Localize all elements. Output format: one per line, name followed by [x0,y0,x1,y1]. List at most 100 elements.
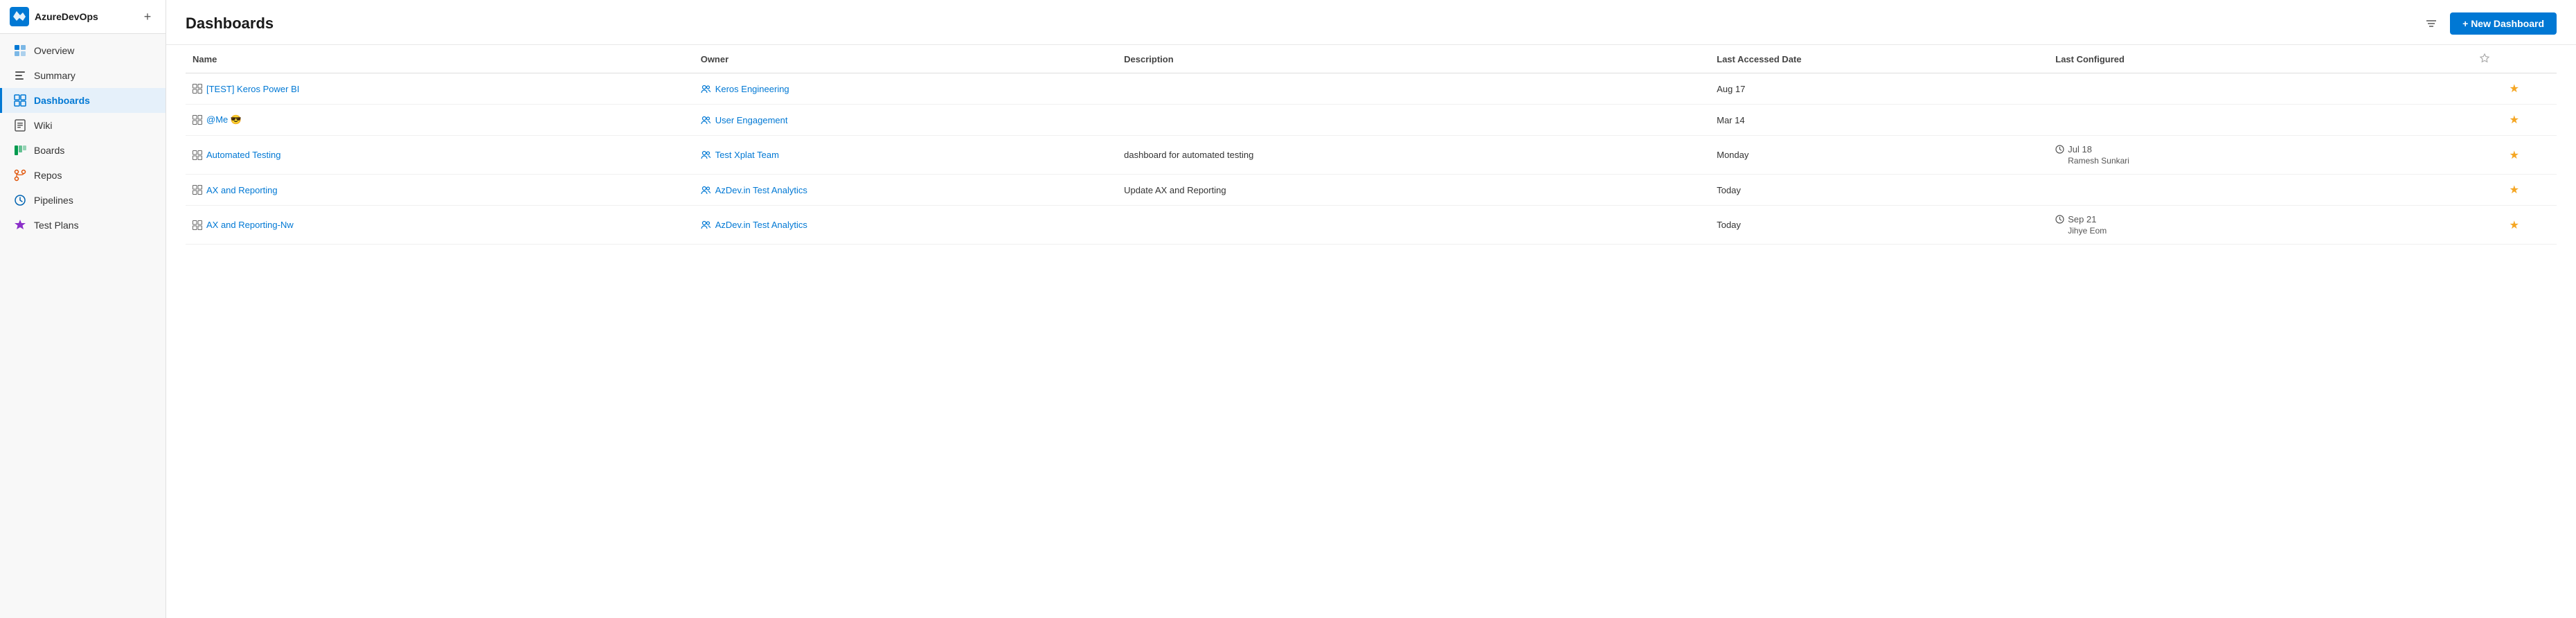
dashboards-icon [13,94,27,107]
summary-icon [13,69,27,82]
star-button[interactable]: ★ [2510,114,2519,126]
star-cell: ★ [2472,105,2557,136]
star-button[interactable]: ★ [2510,184,2519,196]
sidebar-item-test-plans-label: Test Plans [34,220,79,231]
sidebar-item-wiki-label: Wiki [34,120,52,131]
clock-icon [2055,215,2064,224]
sidebar-item-overview-label: Overview [34,45,74,56]
dashboard-grid-icon [193,150,202,160]
clock-icon [2055,145,2064,154]
configured-by: Ramesh Sunkari [2055,156,2465,166]
app-name: AzureDevOps [35,11,134,22]
dashboards-table-container: Name Owner Description Last Accessed Dat… [166,45,2576,618]
description-cell [1117,206,1710,245]
sidebar-item-pipelines[interactable]: Pipelines [0,188,166,213]
owner-team-icon [701,116,711,125]
repos-icon [13,168,27,182]
boards-icon [13,143,27,157]
table-row: Automated Testing Test Xplat Team dashbo… [186,136,2557,175]
pipelines-icon [13,193,27,207]
col-header-description: Description [1117,45,1710,73]
sidebar-item-repos[interactable]: Repos [0,163,166,188]
description-cell: Update AX and Reporting [1117,175,1710,206]
header-actions: + New Dashboard [2421,12,2557,35]
owner-cell: Test Xplat Team [701,150,1110,160]
sidebar-item-summary-label: Summary [34,70,75,81]
configured-top: Jul 18 [2055,144,2465,154]
col-header-last-configured: Last Configured [2048,45,2471,73]
wiki-icon [13,118,27,132]
configured-cell-content: Sep 21 Jihye Eom [2055,214,2465,236]
last-accessed-cell: Today [1710,175,2048,206]
owner-team-icon [701,220,711,229]
last-accessed-cell: Monday [1710,136,2048,175]
last-configured-cell [2048,73,2471,105]
main-content: Dashboards + New Dashboard Name Owner De… [166,0,2576,618]
description-cell: dashboard for automated testing [1117,136,1710,175]
test-plans-icon [13,218,27,232]
sidebar: AzureDevOps + Overview [0,0,166,618]
star-cell: ★ [2472,136,2557,175]
owner-cell: User Engagement [701,115,1110,125]
dashboard-link[interactable]: Automated Testing [193,150,687,160]
sidebar-item-pipelines-label: Pipelines [34,195,73,206]
owner-link[interactable]: AzDev.in Test Analytics [715,185,807,195]
owner-link[interactable]: User Engagement [715,115,788,125]
owner-team-icon [701,150,711,159]
sidebar-item-summary[interactable]: Summary [0,63,166,88]
col-header-star [2472,45,2557,73]
last-configured-cell: Jul 18 Ramesh Sunkari [2048,136,2471,175]
sidebar-item-dashboards-label: Dashboards [34,95,90,106]
star-button[interactable]: ★ [2510,150,2519,161]
sidebar-item-boards-label: Boards [34,145,64,156]
owner-link[interactable]: Test Xplat Team [715,150,779,160]
table-row: [TEST] Keros Power BI Keros Engineering … [186,73,2557,105]
table-row: AX and Reporting AzDev.in Test Analytics… [186,175,2557,206]
star-button[interactable]: ★ [2510,220,2519,231]
col-header-owner: Owner [694,45,1117,73]
configured-cell-content: Jul 18 Ramesh Sunkari [2055,144,2465,166]
owner-link[interactable]: Keros Engineering [715,84,789,94]
dashboard-grid-icon [193,115,202,125]
last-configured-cell [2048,175,2471,206]
sidebar-item-wiki[interactable]: Wiki [0,113,166,138]
add-button[interactable]: + [139,8,156,25]
dashboard-grid-icon [193,185,202,195]
sidebar-item-test-plans[interactable]: Test Plans [0,213,166,238]
table-row: @Me 😎 User Engagement Mar 14 ★ [186,105,2557,136]
dashboard-link[interactable]: AX and Reporting-Nw [193,220,687,230]
sidebar-item-dashboards[interactable]: Dashboards [0,88,166,113]
col-header-last-accessed: Last Accessed Date [1710,45,2048,73]
filter-button[interactable] [2421,13,2442,34]
star-cell: ★ [2472,73,2557,105]
sidebar-item-boards[interactable]: Boards [0,138,166,163]
owner-team-icon [701,85,711,94]
last-accessed-cell: Aug 17 [1710,73,2048,105]
page-title: Dashboards [186,15,274,33]
dashboard-link[interactable]: AX and Reporting [193,185,687,195]
star-cell: ★ [2472,206,2557,245]
sidebar-item-repos-label: Repos [34,170,62,181]
sidebar-nav: Overview Summary [0,34,166,618]
last-configured-cell: Sep 21 Jihye Eom [2048,206,2471,245]
dashboard-grid-icon [193,84,202,94]
table-row: AX and Reporting-Nw AzDev.in Test Analyt… [186,206,2557,245]
dashboard-link[interactable]: @Me 😎 [193,114,687,125]
new-dashboard-button[interactable]: + New Dashboard [2450,12,2557,35]
last-accessed-cell: Today [1710,206,2048,245]
star-button[interactable]: ★ [2510,83,2519,95]
col-header-name: Name [186,45,694,73]
overview-icon [13,44,27,58]
configured-by: Jihye Eom [2055,226,2465,236]
owner-cell: AzDev.in Test Analytics [701,185,1110,195]
dashboard-link[interactable]: [TEST] Keros Power BI [193,84,687,94]
owner-cell: AzDev.in Test Analytics [701,220,1110,230]
dashboard-grid-icon [193,220,202,230]
sidebar-item-overview[interactable]: Overview [0,38,166,63]
last-configured-cell [2048,105,2471,136]
main-header: Dashboards + New Dashboard [166,0,2576,45]
owner-team-icon [701,186,711,195]
owner-link[interactable]: AzDev.in Test Analytics [715,220,807,230]
last-accessed-cell: Mar 14 [1710,105,2048,136]
description-cell [1117,73,1710,105]
